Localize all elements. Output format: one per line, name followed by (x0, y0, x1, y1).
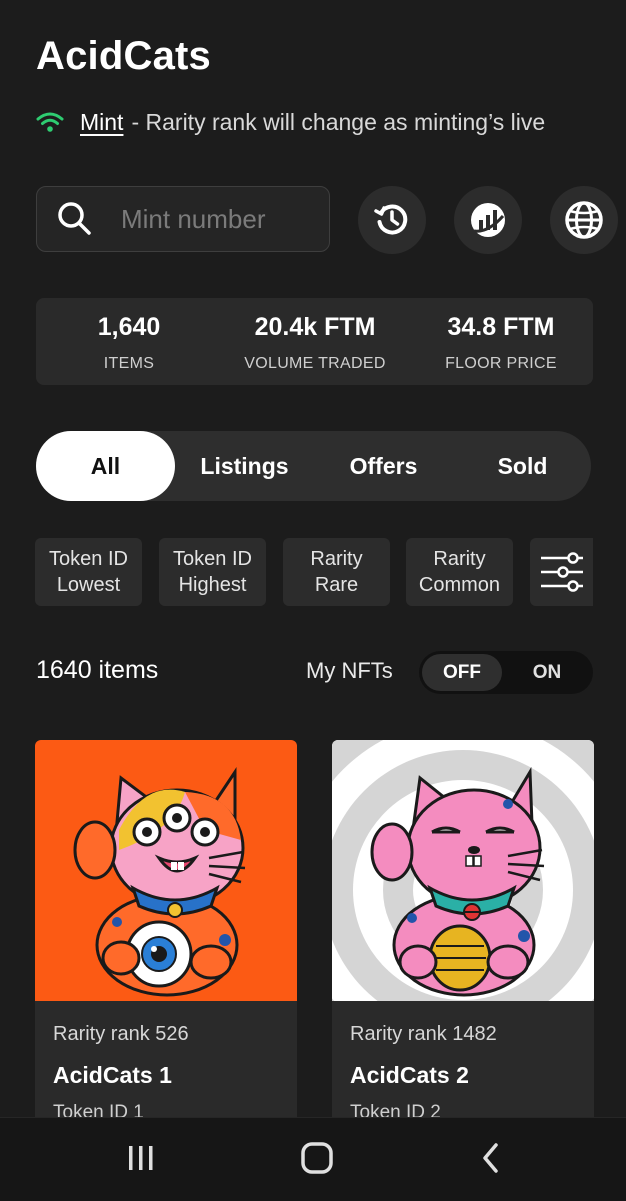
rarity-rank: Rarity rank 526 (53, 1023, 189, 1045)
activity-tabs: All Listings Offers Sold (36, 431, 591, 501)
tab-all[interactable]: All (36, 431, 175, 501)
system-navigation-bar (0, 1117, 626, 1201)
nft-name: AcidCats 2 (350, 1062, 469, 1088)
chip-line2: Lowest (56, 574, 121, 596)
stat-label: VOLUME TRADED (244, 355, 386, 372)
tab-offers[interactable]: Offers (314, 431, 453, 501)
items-count: 1640 items (36, 656, 159, 684)
mint-link[interactable]: Mint (80, 109, 123, 136)
history-icon (374, 204, 408, 235)
chip-line2: Common (418, 574, 501, 596)
website-button[interactable] (550, 186, 618, 254)
status-message: - Rarity rank will change as minting’s l… (131, 108, 546, 135)
chart-icon (471, 203, 505, 237)
stat-label: FLOOR PRICE (445, 355, 557, 372)
chip-line1: Token ID (49, 548, 128, 570)
chip-line2: Rare (314, 574, 359, 596)
back-button[interactable] (462, 1136, 522, 1180)
back-icon (483, 1143, 498, 1173)
toggle-off[interactable]: OFF (422, 654, 502, 691)
search-input[interactable] (121, 203, 321, 235)
wifi-icon (36, 112, 64, 132)
page-title: AcidCats (36, 34, 211, 78)
mint-status: Mint - Rarity rank will change as mintin… (36, 106, 545, 138)
stat-floor-price: 34.8 FTM FLOOR PRICE (408, 298, 594, 373)
stat-value: 34.8 FTM (447, 313, 555, 341)
sort-token-id-highest[interactable]: Token ID Highest (159, 538, 266, 606)
sort-rarity-common[interactable]: Rarity Common (406, 538, 513, 606)
my-nfts-label: My NFTs (306, 658, 393, 683)
stat-volume: 20.4k FTM VOLUME TRADED (222, 298, 408, 373)
chip-line1: Token ID (173, 548, 252, 570)
chip-line1: Rarity (433, 548, 486, 570)
nft-card[interactable]: Rarity rank 526 AcidCats 1 Token ID 1 (35, 740, 297, 1160)
stat-label: ITEMS (103, 355, 155, 372)
my-nfts-toggle[interactable]: OFF ON (419, 651, 593, 694)
recents-icon (129, 1146, 153, 1170)
stat-value: 1,640 (97, 313, 161, 341)
sort-token-id-lowest[interactable]: Token ID Lowest (35, 538, 142, 606)
tab-listings[interactable]: Listings (175, 431, 314, 501)
toggle-on[interactable]: ON (507, 654, 587, 691)
search-box[interactable] (36, 186, 330, 252)
tab-sold[interactable]: Sold (453, 431, 592, 501)
chip-line2: Highest (178, 574, 247, 596)
history-button[interactable] (358, 186, 426, 254)
nft-image (332, 740, 594, 1090)
collection-stats: 1,640 ITEMS 20.4k FTM VOLUME TRADED 34.8… (36, 298, 593, 385)
rarity-rank: Rarity rank 1482 (350, 1023, 497, 1045)
nft-card[interactable]: Rarity rank 1482 AcidCats 2 Token ID 2 (332, 740, 594, 1160)
nft-name: AcidCats 1 (53, 1062, 172, 1088)
nft-image (35, 740, 297, 1001)
stat-items: 1,640 ITEMS (36, 298, 222, 373)
chip-line1: Rarity (310, 548, 363, 570)
stats-button[interactable] (454, 186, 522, 254)
home-button[interactable] (287, 1136, 347, 1180)
sort-rarity-rare[interactable]: Rarity Rare (283, 538, 390, 606)
sliders-icon (540, 552, 583, 592)
stat-value: 20.4k FTM (254, 313, 376, 341)
search-icon (58, 202, 91, 235)
recents-button[interactable] (111, 1136, 171, 1180)
globe-icon (565, 201, 603, 239)
home-icon (301, 1142, 333, 1174)
filter-button[interactable] (530, 538, 593, 606)
